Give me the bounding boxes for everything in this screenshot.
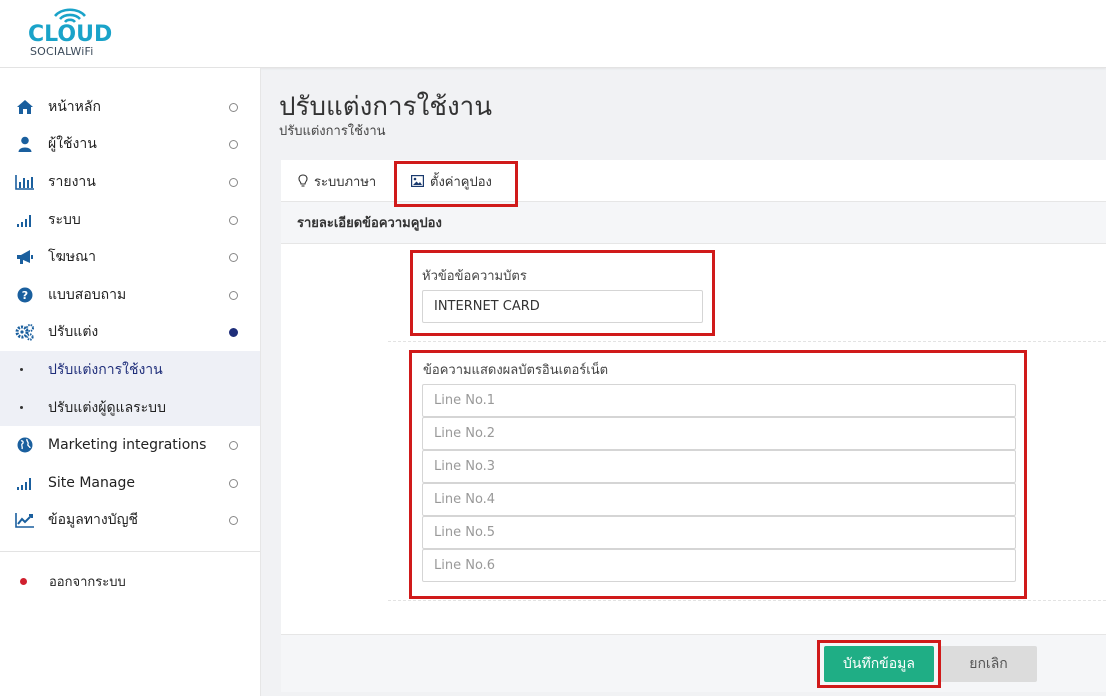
save-button[interactable]: บันทึกข้อมูล (824, 646, 934, 682)
status-dot (229, 177, 238, 187)
settings-tabs: ระบบภาษา ตั้งค่าคูปอง (281, 160, 1106, 202)
question-icon: ? (14, 286, 36, 304)
signal-icon (14, 211, 36, 229)
divider (388, 341, 1106, 342)
sidebar-item-ads[interactable]: โฆษณา (0, 238, 260, 276)
line-5-input[interactable]: Line No.5 (422, 516, 1016, 549)
line-2-input[interactable]: Line No.2 (422, 417, 1016, 450)
status-dot (229, 478, 238, 488)
logout-label: ออกจากระบบ (49, 574, 126, 590)
tab-coupon-settings[interactable]: ตั้งค่าคูปอง (411, 160, 492, 202)
status-dot (229, 140, 238, 150)
top-header: CLOUD SOCIALWiFi (0, 0, 1106, 68)
active-dot (229, 328, 238, 338)
sidebar-item-label: หน้าหลัก (48, 98, 101, 115)
globe-icon (14, 436, 36, 454)
tab-label: ตั้งค่าคูปอง (430, 174, 492, 190)
sidebar-item-label: ข้อมูลทางบัญชี (48, 512, 139, 529)
sidebar-subitem-admin-settings[interactable]: ปรับแต่งผู้ดูแลระบบ (0, 388, 260, 427)
line-4-input[interactable]: Line No.4 (422, 483, 1016, 516)
sidebar-item-label: ปรับแต่ง (48, 324, 99, 341)
image-icon (411, 175, 424, 187)
sidebar-item-label: ผู้ใช้งาน (48, 136, 97, 153)
line-3-input[interactable]: Line No.3 (422, 450, 1016, 483)
sidebar-item-site-manage[interactable]: Site Manage (0, 464, 260, 502)
sidebar-item-users[interactable]: ผู้ใช้งาน (0, 126, 260, 164)
sidebar-item-reports[interactable]: รายงาน (0, 163, 260, 201)
logout-link[interactable]: ออกจากระบบ (0, 563, 260, 599)
line-1-input[interactable]: Line No.1 (422, 384, 1016, 417)
lightbulb-icon (298, 174, 308, 188)
home-icon (14, 98, 36, 116)
sidebar-subitem-label: ปรับแต่งผู้ดูแลระบบ (48, 399, 166, 416)
logout-dot-icon (20, 577, 27, 585)
sidebar-subitem-label: ปรับแต่งการใช้งาน (48, 361, 163, 378)
status-dot (229, 215, 238, 225)
sidebar-nav: หน้าหลัก ผู้ใช้งาน รายงาน ระบบ โฆษณา ? แ… (0, 68, 260, 539)
line-chart-icon (14, 511, 36, 529)
sidebar-item-system[interactable]: ระบบ (0, 201, 260, 239)
sidebar-item-settings[interactable]: ปรับแต่ง (0, 314, 260, 352)
bullet-icon (20, 368, 23, 372)
message-label: ข้อความแสดงผลบัตรอินเตอร์เน็ต (423, 363, 609, 378)
tab-language[interactable]: ระบบภาษา (298, 160, 376, 202)
status-dot (229, 102, 238, 112)
signal-icon (14, 474, 36, 492)
sidebar-item-accounting[interactable]: ข้อมูลทางบัญชี (0, 502, 260, 540)
line-6-input[interactable]: Line No.6 (422, 549, 1016, 582)
user-icon (14, 135, 36, 153)
status-dot (229, 516, 238, 526)
sidebar: หน้าหลัก ผู้ใช้งาน รายงาน ระบบ โฆษณา ? แ… (0, 68, 261, 696)
sidebar-item-label: โฆษณา (48, 249, 96, 266)
sidebar-item-label: Site Manage (48, 474, 135, 491)
bullet-icon (20, 406, 23, 410)
sidebar-item-survey[interactable]: ? แบบสอบถาม (0, 276, 260, 314)
status-dot (229, 253, 238, 263)
sidebar-item-label: Marketing integrations (48, 437, 207, 454)
sidebar-item-label: รายงาน (48, 173, 96, 190)
panel-heading: รายละเอียดข้อความคูปอง (281, 202, 1106, 244)
page-subtitle: ปรับแต่งการใช้งาน (279, 124, 386, 139)
logo-tagline: SOCIALWiFi (30, 45, 94, 58)
status-dot (229, 441, 238, 451)
tab-label: ระบบภาษา (314, 174, 377, 190)
sidebar-divider (0, 551, 260, 553)
sidebar-item-home[interactable]: หน้าหลัก (0, 88, 260, 126)
card-title-label: หัวข้อข้อความบัตร (422, 269, 527, 284)
sidebar-item-label: ระบบ (48, 211, 81, 228)
cloud-socialwifi-logo[interactable]: CLOUD SOCIALWiFi (28, 6, 118, 62)
megaphone-icon (14, 248, 36, 266)
logo-word: CLOUD (28, 22, 113, 47)
bar-chart-icon (14, 173, 36, 191)
sidebar-item-label: แบบสอบถาม (48, 286, 127, 303)
card-title-input[interactable]: INTERNET CARD (422, 290, 703, 323)
cancel-button[interactable]: ยกเลิก (940, 646, 1037, 682)
svg-text:?: ? (22, 289, 28, 302)
divider (388, 600, 1106, 601)
gears-icon (14, 323, 36, 341)
status-dot (229, 290, 238, 300)
sidebar-item-marketing-integrations[interactable]: Marketing integrations (0, 426, 260, 464)
sidebar-subitem-usage-settings[interactable]: ปรับแต่งการใช้งาน (0, 351, 260, 389)
